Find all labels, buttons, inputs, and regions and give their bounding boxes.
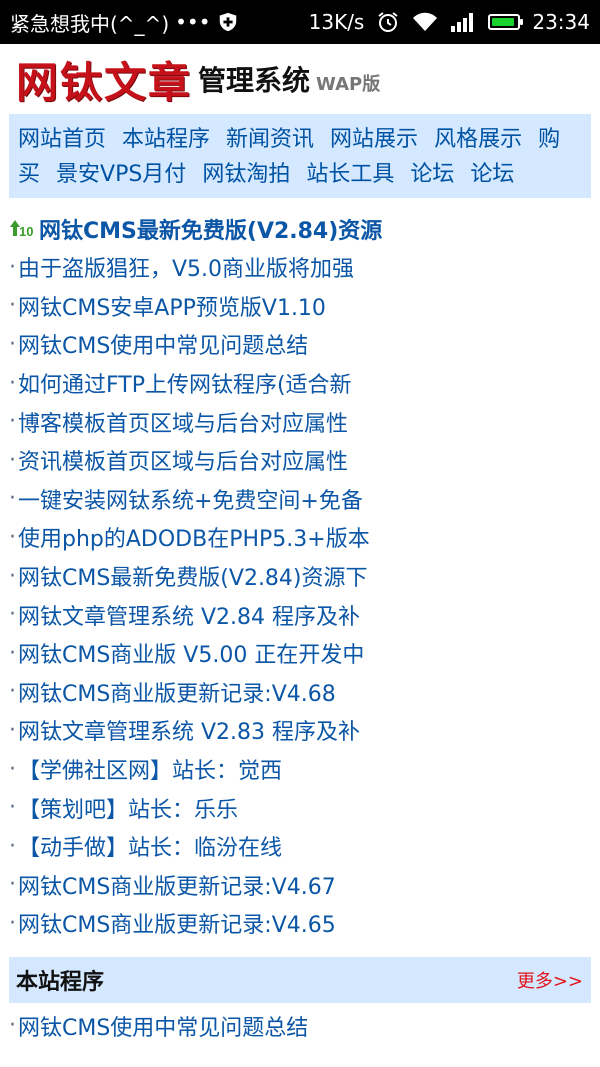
logo-wap: WAP版	[316, 74, 381, 95]
news-item[interactable]: 资讯模板首页区域与后台对应属性	[9, 441, 600, 480]
status-text: 紧急想我中(^_^)	[10, 11, 170, 36]
battery-icon	[488, 14, 524, 30]
nav-link[interactable]: 网站展示	[330, 127, 418, 152]
shield-icon	[219, 12, 236, 32]
section-title: 本站程序	[16, 969, 105, 995]
news-item[interactable]: 网钛CMS使用中常见问题总结	[9, 325, 600, 364]
wifi-icon	[413, 12, 438, 31]
nav-link[interactable]: 景安VPS月付	[56, 162, 186, 187]
nav-link[interactable]: 风格展示	[434, 127, 522, 152]
news-item[interactable]: 网钛CMS最新免费版(V2.84)资源下	[9, 557, 600, 596]
nav-link[interactable]: 本站程序	[122, 127, 210, 152]
news-item[interactable]: 博客模板首页区域与后台对应属性	[9, 402, 600, 441]
signal-icon	[451, 13, 474, 32]
news-item[interactable]: 【策划吧】站长：乐乐	[9, 788, 600, 827]
news-item[interactable]: 网钛CMS安卓APP预览版V1.10	[9, 287, 600, 326]
news-item[interactable]: 网钛文章管理系统 V2.83 程序及补	[9, 711, 600, 750]
nav-link[interactable]: 论坛	[470, 162, 514, 187]
logo-sub: 管理系统	[198, 64, 311, 97]
news-item[interactable]: 如何通过FTP上传网钛程序(适合新	[9, 364, 600, 403]
news-item[interactable]: 网钛CMS商业版更新记录:V4.67	[9, 866, 600, 905]
site-header: 网钛文章 管理系统 WAP版	[0, 44, 600, 114]
status-bar: 紧急想我中(^_^) ••• 13K/s 23:34	[0, 0, 600, 44]
news-item[interactable]: 由于盗版猖狂，V5.0商业版将加强	[9, 248, 600, 287]
nav-link[interactable]: 论坛	[410, 162, 454, 187]
alarm-icon	[378, 12, 398, 32]
news-item[interactable]: 网钛CMS商业版更新记录:V4.65	[9, 904, 600, 943]
top-news-text: 网钛CMS最新免费版(V2.84)资源	[39, 219, 383, 244]
nav-link[interactable]: 网钛淘拍	[202, 162, 290, 187]
section-item[interactable]: 网钛CMS使用中常见问题总结	[9, 1007, 600, 1046]
news-item[interactable]: 【动手做】站长：临汾在线	[9, 827, 600, 866]
top-badge-icon: 10	[10, 220, 33, 239]
nav-link[interactable]: 站长工具	[306, 162, 394, 187]
section-list: 网钛CMS使用中常见问题总结	[0, 1003, 600, 1046]
svg-text:10: 10	[19, 224, 33, 239]
news-list: 10 网钛CMS最新免费版(V2.84)资源 由于盗版猖狂，V5.0商业版将加强…	[0, 198, 600, 943]
top-news-link[interactable]: 10 网钛CMS最新免费版(V2.84)资源	[9, 210, 600, 248]
news-item[interactable]: 使用php的ADODB在PHP5.3+版本	[9, 518, 600, 557]
main-nav: 网站首页 本站程序 新闻资讯 网站展示 风格展示 购买 景安VPS月付 网钛淘拍 站长工具 论坛论…	[9, 114, 591, 198]
clock: 23:34	[532, 10, 590, 34]
section-header: 本站程序 更多>>	[9, 956, 591, 1003]
news-item[interactable]: 【学佛社区网】站长：觉西	[9, 750, 600, 789]
notification-dots: •••	[175, 10, 211, 34]
logo-main[interactable]: 网钛文章	[16, 49, 192, 110]
more-link[interactable]: 更多>>	[517, 967, 583, 993]
news-item[interactable]: 网钛CMS商业版更新记录:V4.68	[9, 673, 600, 712]
news-item[interactable]: 一键安装网钛系统+免费空间+免备	[9, 480, 600, 519]
news-item[interactable]: 网钛文章管理系统 V2.84 程序及补	[9, 595, 600, 634]
nav-link[interactable]: 网站首页	[18, 127, 106, 152]
network-speed: 13K/s	[308, 10, 365, 34]
nav-link[interactable]: 新闻资讯	[226, 127, 314, 152]
news-item[interactable]: 网钛CMS商业版 V5.00 正在开发中	[9, 634, 600, 673]
